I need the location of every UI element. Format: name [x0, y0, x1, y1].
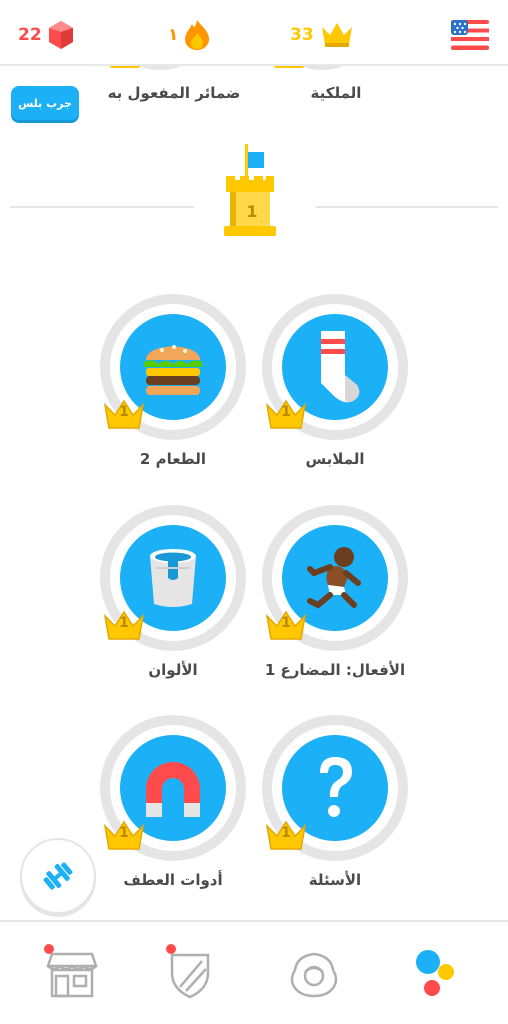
streak-count: ١	[168, 25, 179, 45]
crown-level: 1	[281, 825, 291, 841]
crown-level: 1	[119, 615, 129, 631]
bottom-navigation	[0, 920, 508, 1024]
skill-label-object-pronouns: ضمائر المفعول به	[107, 84, 241, 102]
notification-dot	[166, 944, 176, 954]
notification-dot	[44, 944, 54, 954]
crown-icon	[321, 23, 352, 47]
us-flag-icon	[451, 20, 489, 50]
try-plus-button[interactable]: جرب بلس	[11, 86, 79, 120]
practice-button[interactable]	[20, 838, 96, 914]
checkpoint-castle[interactable]: 1	[220, 140, 284, 240]
crown-level: 1	[119, 825, 129, 841]
skill-conjunctions[interactable]: 1 أدوات العطف	[100, 715, 246, 889]
learn-dots-icon	[416, 950, 454, 996]
checkpoint-level: 1	[246, 202, 258, 221]
crown-level: 1	[119, 404, 129, 420]
language-flag-button[interactable]	[451, 20, 489, 50]
shield-icon	[170, 953, 210, 999]
gem-icon	[48, 21, 73, 49]
shop-icon	[46, 952, 98, 998]
crown-level: 1	[281, 404, 291, 420]
castle-icon	[224, 144, 276, 236]
skill-colors[interactable]: 1 الألوان	[100, 505, 246, 679]
gems-count: 22	[18, 25, 42, 45]
nav-leagues[interactable]	[160, 944, 220, 1002]
sock-icon	[321, 331, 360, 403]
skill-food-2[interactable]: 1 الطعام 2	[100, 294, 246, 468]
checkpoint-divider-right	[316, 206, 498, 208]
stats-bar: 22 ١ 33	[0, 0, 508, 66]
nav-learn[interactable]	[404, 946, 464, 1002]
profile-icon	[290, 952, 338, 998]
skill-verbs-present-1[interactable]: 1 الأفعال: المضارع 1	[262, 505, 408, 679]
nav-profile[interactable]	[284, 946, 344, 1002]
nav-shop[interactable]	[42, 944, 102, 1002]
streak-counter[interactable]: ١	[168, 18, 210, 52]
dumbbell-icon	[43, 862, 73, 890]
skill-label-possessives: الملكية	[310, 84, 362, 102]
skill-label: الملابس	[305, 450, 365, 468]
crowns-counter[interactable]: 33	[290, 18, 354, 52]
paint-bucket-icon	[150, 549, 196, 607]
checkpoint-divider-left	[10, 206, 194, 208]
flame-icon	[185, 20, 210, 50]
skill-label: الأسئلة	[308, 871, 362, 889]
burger-icon	[144, 345, 202, 395]
magnet-icon	[146, 762, 200, 817]
crown-level: 1	[281, 615, 291, 631]
skill-questions[interactable]: 1 الأسئلة	[262, 715, 408, 889]
gems-counter[interactable]: 22	[18, 18, 74, 52]
crowns-count: 33	[290, 25, 314, 45]
skill-label: الأفعال: المضارع 1	[264, 661, 406, 679]
question-mark-icon	[320, 757, 352, 817]
skill-clothes[interactable]: 1 الملابس	[262, 294, 408, 468]
running-person-icon	[307, 547, 361, 609]
